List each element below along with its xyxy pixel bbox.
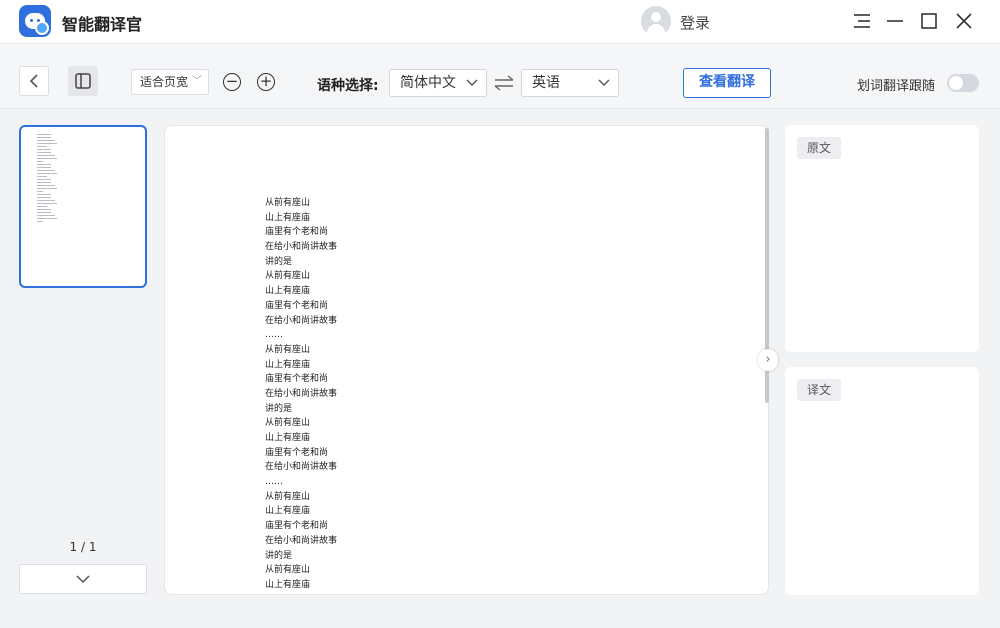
document-line: 庙里有个老和尚 (265, 227, 329, 238)
source-language-value: 简体中文 (400, 75, 456, 91)
page-thumbnail[interactable] (19, 125, 147, 288)
maximize-icon[interactable] (915, 8, 943, 34)
document-line: 讲的是 (265, 256, 293, 267)
sidebar-toggle-button[interactable] (68, 66, 98, 96)
document-line: 庙里有个老和尚 (265, 447, 329, 458)
target-language-value: 英语 (532, 75, 560, 91)
chevron-down-icon: ﹀ (192, 76, 202, 87)
sidebar-toggle-icon (75, 73, 91, 89)
chevron-left-icon (29, 74, 38, 88)
document-line: 山上有座庙 (265, 579, 311, 590)
toolbar: 适合页宽 ﹀ − + 语种选择: 简体中文 英语 查看翻译 划词翻译跟随 (0, 44, 1000, 109)
document-line: 山上有座庙 (265, 359, 311, 370)
user-avatar-icon[interactable] (641, 6, 671, 36)
document-text: 从前有座山 山上有座庙 庙里有个老和尚 在给小和尚讲故事 讲的是 从前有座山 山上有座庙 庙里… (265, 196, 337, 593)
document-line: 庙里有个老和尚 (265, 300, 329, 311)
fit-mode-select[interactable]: 适合页宽 ﹀ (131, 69, 209, 95)
source-language-select[interactable]: 简体中文 (389, 69, 487, 97)
app-logo-icon (19, 5, 51, 37)
minimize-icon[interactable] (881, 8, 909, 34)
document-line: 从前有座山 (265, 565, 311, 576)
chevron-down-icon (598, 70, 610, 105)
chevron-down-icon (76, 575, 90, 584)
zoom-out-icon[interactable]: − (223, 73, 241, 91)
close-icon[interactable] (950, 8, 978, 34)
document-line: 从前有座山 (265, 491, 311, 502)
document-line: 山上有座庙 (265, 286, 311, 297)
target-language-select[interactable]: 英语 (521, 69, 619, 97)
document-view[interactable]: 从前有座山 山上有座庙 庙里有个老和尚 在给小和尚讲故事 讲的是 从前有座山 山上有座庙 庙里… (164, 125, 769, 595)
next-page-button[interactable] (19, 564, 147, 594)
document-line: 山上有座庙 (265, 212, 311, 223)
page-indicator: 1 / 1 (69, 540, 97, 554)
document-line: 庙里有个老和尚 (265, 374, 329, 385)
translation-label: 译文 (797, 379, 842, 401)
document-line: …… (265, 477, 283, 488)
language-label: 语种选择: (317, 78, 379, 94)
app-title: 智能翻译官 (62, 15, 143, 34)
document-line: 从前有座山 (265, 344, 311, 355)
follow-label: 划词翻译跟随 (857, 79, 936, 94)
document-line: 从前有座山 (265, 418, 311, 429)
document-line: 庙里有个老和尚 (265, 521, 329, 532)
document-line: …… (265, 330, 283, 341)
chevron-right-icon[interactable]: › (758, 349, 778, 371)
document-line: 在给小和尚讲故事 (265, 315, 338, 326)
document-line: 在给小和尚讲故事 (265, 388, 338, 399)
document-line: 在给小和尚讲故事 (265, 242, 338, 253)
back-button[interactable] (19, 66, 49, 96)
source-text-panel: 原文 (785, 125, 979, 352)
document-line: 从前有座山 (265, 271, 311, 282)
document-line: 讲的是 (265, 403, 293, 414)
view-translation-button[interactable]: 查看翻译 (683, 68, 771, 98)
source-text-label: 原文 (797, 137, 842, 159)
fit-mode-value: 适合页宽 (140, 75, 189, 89)
document-line: 在给小和尚讲故事 (265, 462, 338, 473)
login-button[interactable]: 登录 (680, 12, 710, 33)
swap-arrows-icon[interactable] (493, 75, 515, 95)
document-line: 讲的是 (265, 550, 293, 561)
chevron-down-icon (466, 70, 478, 105)
zoom-in-icon[interactable]: + (257, 73, 275, 91)
document-line: 山上有座庙 (265, 506, 311, 517)
document-line: 山上有座庙 (265, 433, 311, 443)
translation-panel: 译文 (785, 367, 979, 595)
follow-toggle[interactable] (947, 74, 979, 92)
document-line: 从前有座山 (265, 198, 311, 208)
document-line: 在给小和尚讲故事 (265, 535, 338, 546)
title-bar: 智能翻译官 登录 (0, 0, 1000, 44)
menu-icon[interactable] (848, 8, 876, 34)
